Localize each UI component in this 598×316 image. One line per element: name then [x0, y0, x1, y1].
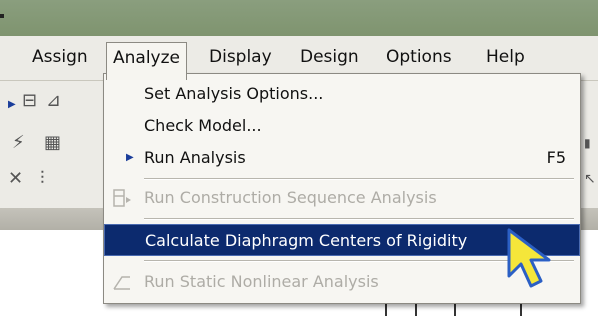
menu-design[interactable]: Design — [294, 42, 365, 72]
menu-assign[interactable]: Assign — [26, 42, 94, 72]
menu-item-label: Check Model... — [144, 116, 262, 135]
menu-item-run-analysis[interactable]: ▶ Run Analysis F5 — [104, 142, 580, 174]
menu-item-check-model[interactable]: Check Model... — [104, 110, 580, 142]
menu-options[interactable]: Options — [380, 42, 458, 72]
separator — [144, 218, 574, 220]
menu-display[interactable]: Display — [203, 42, 278, 72]
construction-sequence-icon — [113, 189, 131, 207]
menu-analyze[interactable]: Analyze — [106, 42, 187, 80]
cross-icon[interactable]: ✕ — [8, 169, 23, 189]
shortcut-label: F5 — [546, 148, 566, 167]
grid-icon[interactable]: ▦ — [44, 133, 61, 153]
menu-item-label: Run Analysis — [144, 148, 246, 167]
title-dot — [0, 14, 4, 18]
run-icon[interactable]: ⊟ — [22, 91, 37, 111]
static-nonlinear-icon — [113, 276, 130, 290]
chart-icon[interactable]: ⫶ — [40, 169, 45, 189]
lightning-icon[interactable]: ⚡ — [12, 133, 25, 153]
edge-icon[interactable]: ▮ — [584, 133, 591, 153]
menu-item-label: Calculate Diaphragm Centers of Rigidity — [145, 231, 468, 250]
cursor-arrow-icon — [507, 228, 551, 288]
title-bar — [0, 0, 598, 36]
arrow-icon: ▶ — [126, 152, 134, 163]
arrow-icon[interactable]: ▶ — [8, 95, 16, 115]
separator — [144, 178, 574, 180]
menu-help[interactable]: Help — [480, 42, 531, 72]
menu-item-label: Set Analysis Options... — [144, 84, 324, 103]
menu-item-run-construction-sequence[interactable]: Run Construction Sequence Analysis — [104, 182, 580, 214]
menu-item-set-analysis-options[interactable]: Set Analysis Options... — [104, 78, 580, 110]
menu-item-label: Run Construction Sequence Analysis — [144, 188, 437, 207]
nonlinear-icon[interactable]: ⊿ — [46, 91, 61, 111]
edge-arrow-icon[interactable]: ↖ — [584, 169, 596, 189]
menu-item-label: Run Static Nonlinear Analysis — [144, 272, 379, 291]
